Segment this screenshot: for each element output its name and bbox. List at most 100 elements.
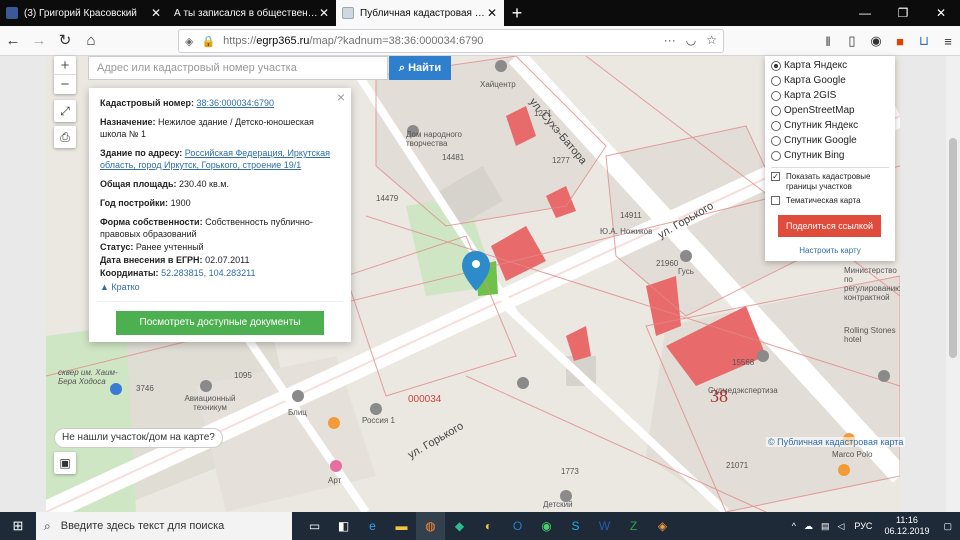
shield-icon[interactable]: ◈ bbox=[185, 35, 193, 48]
show-borders-checkbox[interactable]: ✓ Показать кадастровые границы участков bbox=[771, 172, 889, 192]
nav-bar: ← → ↻ ⌂ ◈ 🔒 https:// egrp365.ru /map/?ka… bbox=[0, 26, 960, 56]
toolbar-right: ‖ ▯ ◉ ■ ⊔ ≡ bbox=[816, 26, 960, 56]
word-icon[interactable]: W bbox=[590, 512, 619, 540]
radio-icon[interactable] bbox=[771, 105, 781, 116]
cart-icon[interactable]: ⊔ bbox=[912, 33, 936, 49]
close-icon[interactable]: × bbox=[337, 90, 345, 104]
search-input[interactable]: Адрес или кадастровый номер участка bbox=[88, 56, 388, 80]
tab-cadastral-map[interactable]: Публичная кадастровая карта ✕ bbox=[336, 0, 504, 26]
whatsapp-icon[interactable]: ◉ bbox=[532, 512, 561, 540]
date-value: 02.07.2011 bbox=[205, 255, 250, 265]
layer-option[interactable]: Спутник Google bbox=[771, 133, 889, 148]
layer-option[interactable]: Карта Google bbox=[771, 73, 889, 88]
cloud-icon[interactable]: ☁ bbox=[804, 521, 813, 532]
coords-link[interactable]: 52.283815, 104.283211 bbox=[161, 268, 255, 278]
radio-icon[interactable] bbox=[771, 60, 781, 71]
window-controls: — ❐ ✕ bbox=[846, 0, 960, 26]
tab-article[interactable]: А ты записался в общественные к ✕ bbox=[168, 0, 336, 26]
search-button[interactable]: ⌕ Найти bbox=[389, 56, 451, 80]
close-tab-icon[interactable]: ✕ bbox=[150, 6, 162, 20]
share-link-button[interactable]: Поделиться ссылкой bbox=[778, 215, 881, 237]
library-icon[interactable]: ‖ bbox=[816, 34, 840, 49]
year-label: Год постройки: bbox=[100, 198, 169, 208]
parcel-number: 14911 bbox=[620, 211, 642, 220]
not-found-button[interactable]: Не нашли участок/дом на карте? bbox=[54, 428, 223, 448]
taskbar-search[interactable]: ⌕ Введите здесь текст для поиска bbox=[36, 512, 292, 540]
bookmark-star-icon[interactable]: ☆ bbox=[706, 33, 717, 47]
layer-label: Спутник Bing bbox=[784, 150, 845, 161]
search-icon: ⌕ bbox=[398, 62, 409, 74]
cad-number-link[interactable]: 38:36:000034:6790 bbox=[196, 98, 274, 108]
parcel-number: 21960 bbox=[656, 259, 679, 268]
sidebar-icon[interactable]: ▯ bbox=[840, 33, 864, 49]
edge-icon[interactable]: e bbox=[358, 512, 387, 540]
restore-icon[interactable]: ❐ bbox=[884, 0, 922, 26]
notifications-icon[interactable]: ▢ bbox=[943, 521, 952, 532]
layer-option[interactable]: OpenStreetMap bbox=[771, 103, 889, 118]
tab-title: А ты записался в общественные к bbox=[174, 7, 318, 19]
minimize-icon[interactable]: — bbox=[846, 0, 884, 26]
store-icon[interactable]: ◧ bbox=[329, 512, 358, 540]
language-indicator[interactable]: РУС bbox=[854, 521, 872, 531]
configure-map-link[interactable]: Настроить карту bbox=[771, 246, 889, 255]
taskbar-search-placeholder: Введите здесь текст для поиска bbox=[60, 520, 225, 532]
view-documents-button[interactable]: Посмотреть доступные документы bbox=[116, 311, 324, 335]
close-tab-icon[interactable]: ✕ bbox=[486, 6, 498, 20]
thematic-checkbox[interactable]: Тематическая карта bbox=[771, 196, 889, 206]
close-tab-icon[interactable]: ✕ bbox=[318, 6, 330, 20]
app-icon[interactable]: ◐ bbox=[474, 512, 503, 540]
address-label: Здание по адресу: bbox=[100, 148, 183, 158]
more-icon[interactable]: ··· bbox=[664, 33, 676, 47]
checkbox-checked-icon[interactable]: ✓ bbox=[771, 172, 780, 181]
volume-icon[interactable]: ◁ bbox=[837, 521, 844, 532]
radio-icon[interactable] bbox=[771, 90, 781, 101]
zoom-in-icon[interactable]: + bbox=[54, 56, 76, 75]
url-path: /map/?kadnum=38:36:000034:6790 bbox=[309, 35, 484, 47]
new-tab-button[interactable]: + bbox=[504, 0, 530, 26]
pocket-icon[interactable]: ◡ bbox=[686, 33, 696, 47]
app-icon[interactable]: Z bbox=[619, 512, 648, 540]
fullscreen-icon[interactable]: ⤢ bbox=[54, 100, 76, 122]
zoom-out-icon[interactable]: − bbox=[54, 75, 76, 94]
chevron-up-icon[interactable]: ^ bbox=[792, 521, 796, 531]
tab-facebook[interactable]: (3) Григорий Красовский ✕ bbox=[0, 0, 168, 26]
app-icon[interactable]: ◈ bbox=[648, 512, 677, 540]
close-window-icon[interactable]: ✕ bbox=[922, 0, 960, 26]
clock[interactable]: 11:16 06.12.2019 bbox=[884, 515, 929, 537]
brief-toggle[interactable]: ▲ Кратко bbox=[100, 281, 341, 293]
radio-icon[interactable] bbox=[771, 120, 781, 131]
task-view-icon[interactable]: ▭ bbox=[300, 512, 329, 540]
radio-icon[interactable] bbox=[771, 150, 781, 161]
radio-icon[interactable] bbox=[771, 135, 781, 146]
layer-option[interactable]: Спутник Яндекс bbox=[771, 118, 889, 133]
forward-icon[interactable]: → bbox=[26, 28, 52, 54]
poi-label: Министерство по регулированию контрактно… bbox=[844, 266, 900, 302]
page-scrollbar[interactable] bbox=[946, 56, 960, 512]
layer-option[interactable]: Спутник Bing bbox=[771, 148, 889, 163]
layer-option[interactable]: Карта 2GIS bbox=[771, 88, 889, 103]
address-bar[interactable]: ◈ 🔒 https:// egrp365.ru /map/?kadnum=38:… bbox=[178, 29, 724, 53]
attribution-link[interactable]: © Публичная кадастровая карта bbox=[766, 437, 906, 447]
purpose-label: Назначение: bbox=[100, 117, 156, 127]
skype-icon[interactable]: S bbox=[561, 512, 590, 540]
back-icon[interactable]: ← bbox=[0, 28, 26, 54]
layer-label: Карта 2GIS bbox=[784, 90, 837, 101]
radio-icon[interactable] bbox=[771, 75, 781, 86]
outlook-icon[interactable]: O bbox=[503, 512, 532, 540]
lock-icon[interactable]: 🔒 bbox=[201, 35, 215, 48]
scroll-thumb[interactable] bbox=[949, 138, 957, 358]
checkbox-icon[interactable] bbox=[771, 196, 780, 205]
network-icon[interactable]: ▤ bbox=[821, 521, 830, 532]
home-icon[interactable]: ⌂ bbox=[78, 28, 104, 54]
reload-icon[interactable]: ↻ bbox=[52, 28, 78, 54]
explorer-icon[interactable]: ▬ bbox=[387, 512, 416, 540]
windows-start-icon[interactable]: ⊞ bbox=[0, 518, 36, 534]
app-icon[interactable]: ◆ bbox=[445, 512, 474, 540]
firefox-icon[interactable]: ◍ bbox=[416, 512, 445, 540]
account-icon[interactable]: ◉ bbox=[864, 33, 888, 49]
area-select-icon[interactable]: ▣ bbox=[54, 452, 76, 474]
extension-icon[interactable]: ■ bbox=[888, 34, 912, 49]
layer-option[interactable]: Карта Яндекс bbox=[771, 58, 889, 73]
print-icon[interactable]: ⎙ bbox=[54, 126, 76, 148]
menu-icon[interactable]: ≡ bbox=[936, 34, 960, 49]
